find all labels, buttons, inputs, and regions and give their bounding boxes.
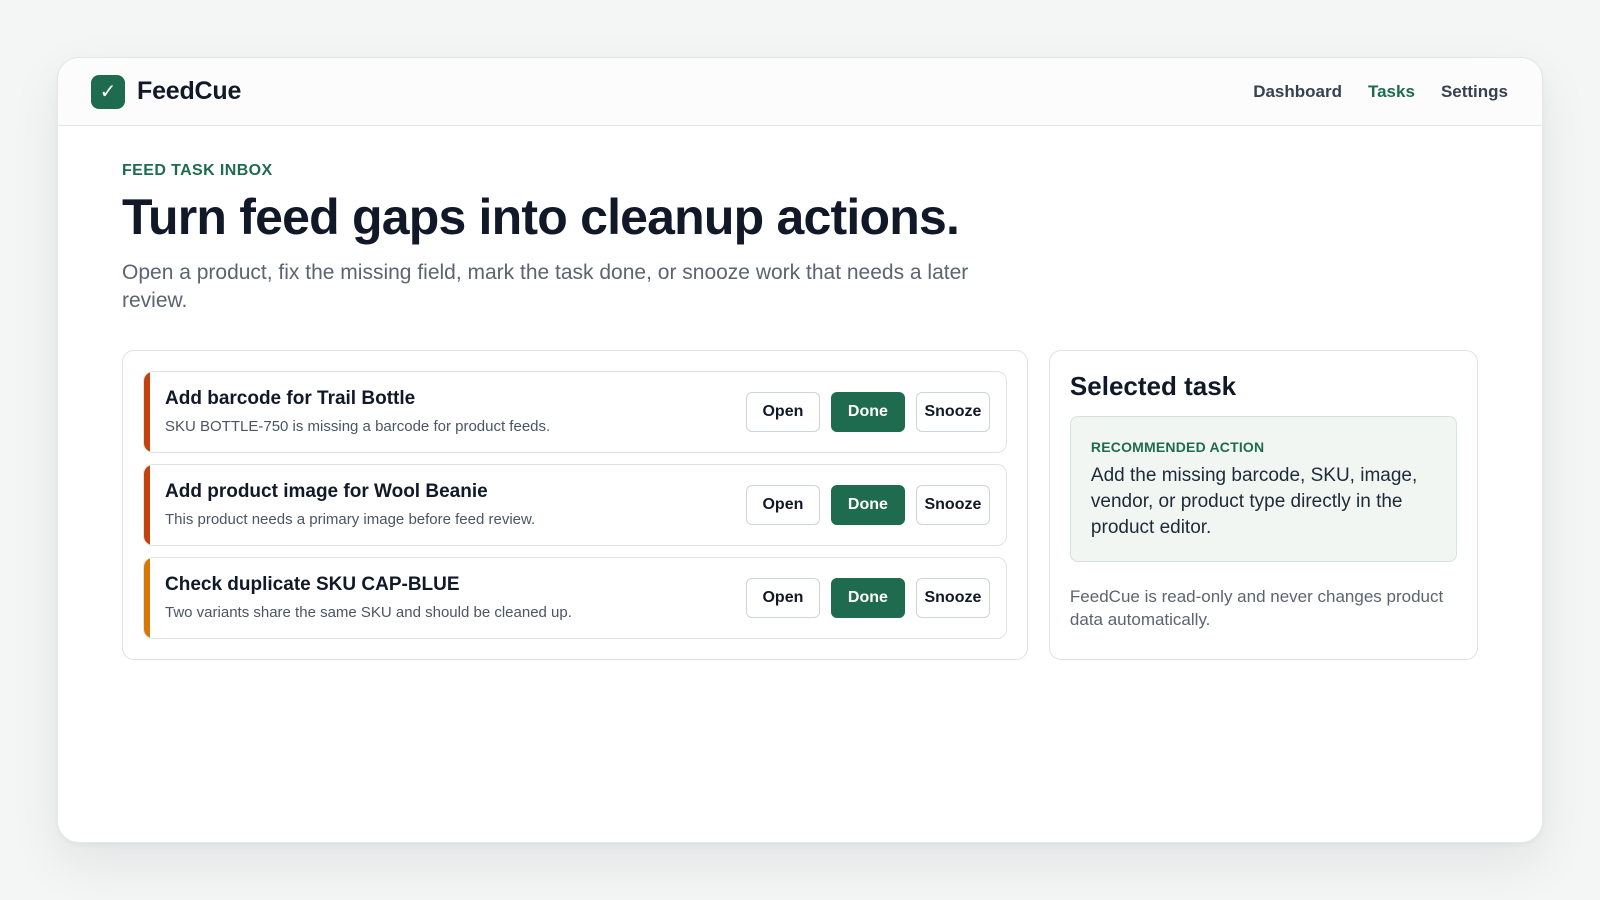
recommended-action-box: RECOMMENDED ACTION Add the missing barco… (1069, 415, 1457, 563)
done-button[interactable]: Done (830, 484, 905, 525)
brand-name: FeedCue (137, 77, 242, 105)
section-eyebrow: FEED TASK INBOX (122, 162, 273, 179)
task-actions: Open Done Snooze (745, 577, 990, 618)
snooze-button[interactable]: Snooze (915, 484, 990, 525)
columns: Add barcode for Trail Bottle SKU BOTTLE-… (122, 349, 1478, 660)
nav-tasks[interactable]: Tasks (1368, 82, 1415, 102)
open-button[interactable]: Open (745, 484, 820, 525)
nav-settings[interactable]: Settings (1441, 82, 1508, 102)
selected-task-panel: Selected task RECOMMENDED ACTION Add the… (1048, 349, 1478, 660)
nav-dashboard[interactable]: Dashboard (1253, 82, 1342, 102)
snooze-button[interactable]: Snooze (915, 577, 990, 618)
recommended-action-text: Add the missing barcode, SKU, image, ven… (1090, 464, 1418, 539)
task-actions: Open Done Snooze (745, 391, 990, 432)
open-button[interactable]: Open (745, 391, 820, 432)
task-item[interactable]: Add barcode for Trail Bottle SKU BOTTLE-… (143, 370, 1007, 453)
severity-bar (144, 371, 150, 452)
task-text: Add product image for Wool Beanie This p… (165, 481, 535, 528)
task-description: Two variants share the same SKU and shou… (165, 604, 572, 622)
task-list: Add barcode for Trail Bottle SKU BOTTLE-… (122, 349, 1028, 660)
task-item[interactable]: Check duplicate SKU CAP-BLUE Two variant… (143, 556, 1007, 639)
task-text: Add barcode for Trail Bottle SKU BOTTLE-… (165, 388, 550, 435)
open-button[interactable]: Open (745, 577, 820, 618)
task-actions: Open Done Snooze (745, 484, 990, 525)
task-text: Check duplicate SKU CAP-BLUE Two variant… (165, 574, 572, 621)
main-nav: Dashboard Tasks Settings (1253, 82, 1508, 102)
task-item[interactable]: Add product image for Wool Beanie This p… (143, 463, 1007, 546)
selected-task-title: Selected task (1069, 370, 1237, 401)
task-description: SKU BOTTLE-750 is missing a barcode for … (165, 418, 551, 436)
task-title: Add product image for Wool Beanie (165, 481, 488, 503)
read-only-note: FeedCue is read-only and never changes p… (1069, 587, 1444, 630)
page-title: Turn feed gaps into cleanup actions. (122, 189, 960, 245)
task-title: Check duplicate SKU CAP-BLUE (165, 574, 460, 596)
snooze-button[interactable]: Snooze (915, 391, 990, 432)
done-button[interactable]: Done (830, 577, 905, 618)
task-title: Add barcode for Trail Bottle (165, 388, 416, 410)
page-subtitle: Open a product, fix the missing field, m… (122, 261, 969, 313)
main-content: FEED TASK INBOX Turn feed gaps into clea… (58, 126, 1542, 660)
top-bar: ✓ FeedCue Dashboard Tasks Settings (58, 58, 1542, 126)
recommended-action-label: RECOMMENDED ACTION (1090, 438, 1265, 455)
severity-bar (144, 464, 150, 545)
checkmark-logo-icon: ✓ (91, 74, 125, 109)
task-description: This product needs a primary image befor… (165, 511, 536, 529)
severity-bar (144, 557, 150, 638)
brand[interactable]: ✓ FeedCue (91, 74, 242, 109)
done-button[interactable]: Done (830, 391, 905, 432)
app-window: ✓ FeedCue Dashboard Tasks Settings FEED … (57, 57, 1543, 843)
